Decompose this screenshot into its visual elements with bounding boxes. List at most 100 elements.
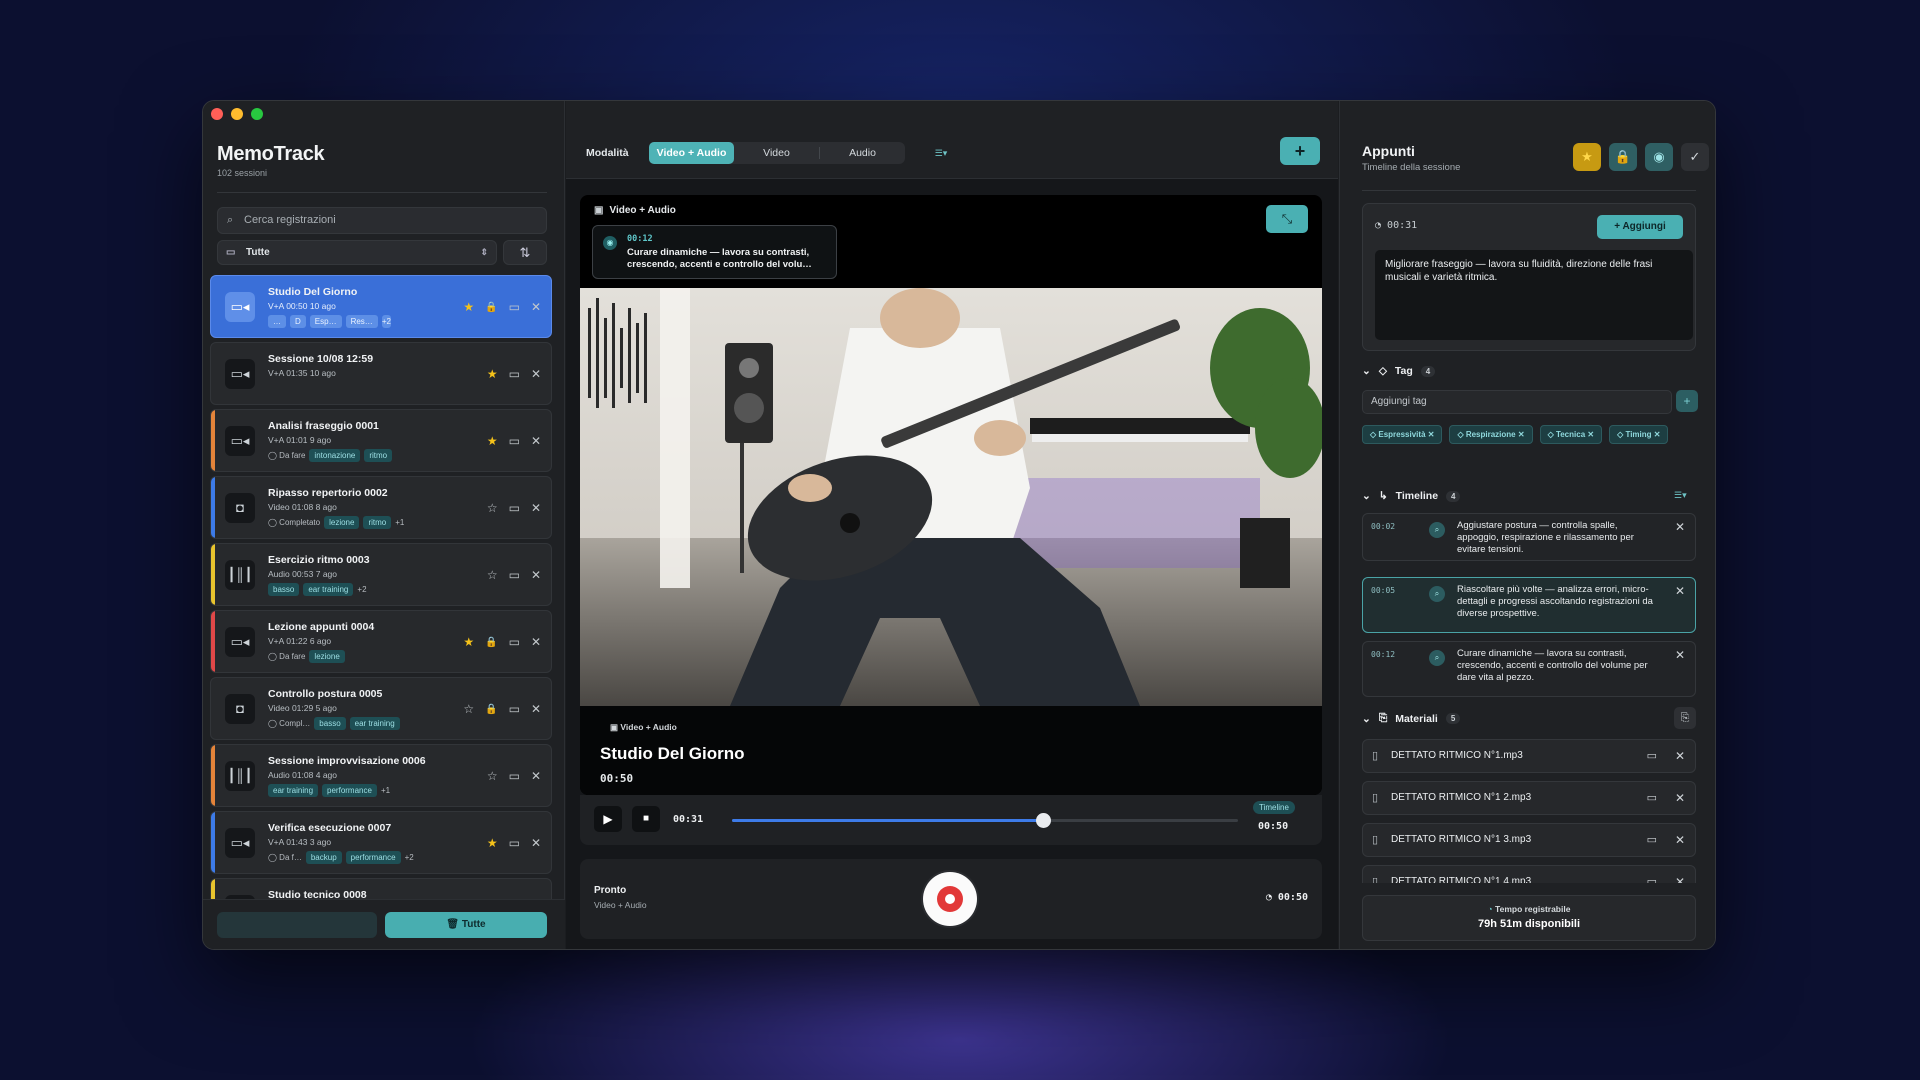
record-button[interactable] (923, 872, 977, 926)
close-icon[interactable]: ✕ (531, 501, 541, 515)
session-item[interactable]: ┃║┃ Esercizio ritmo 0003 Audio 00:53 7 ago… (210, 543, 552, 606)
session-item[interactable]: ◘ Ripasso repertorio 0002 Video 01:08 8 ag… (210, 476, 552, 539)
progress-handle[interactable] (1036, 813, 1052, 828)
star-icon[interactable]: ★ (463, 300, 474, 314)
session-list[interactable]: ▭◂ Studio Del Giorno V+A 00:50 10 ago … D Esp… (210, 275, 552, 899)
session-item[interactable]: ▭◂ Sessione 10/08 12:59 V+A 01:35 10 ago ★ ▭… (210, 342, 552, 405)
close-icon[interactable]: ✕ (1675, 648, 1685, 662)
session-item[interactable]: ┃║┃ Sessione improvvisazione 0006 Audio 01… (210, 744, 552, 807)
tag-input[interactable]: Aggiungi tag (1362, 390, 1672, 414)
tag-chip[interactable]: ◇ Respirazione ✕ (1449, 425, 1533, 444)
focus-button[interactable]: ◉ (1645, 143, 1673, 171)
video-player[interactable]: ▣ Video + Audio ⤡ ◉ 00:12 Curare dinamich… (580, 195, 1322, 795)
complete-button[interactable]: ✓ (1681, 143, 1709, 171)
minimize-window-button[interactable] (231, 108, 243, 120)
tag-chip[interactable]: ◇ Timing ✕ (1609, 425, 1669, 444)
session-item[interactable]: ▭◂ Verifica esecuzione 0007 V+A 01:43 3 ag… (210, 811, 552, 874)
close-icon[interactable]: ✕ (531, 367, 541, 381)
add-note-button[interactable]: + Aggiungi (1597, 215, 1683, 239)
close-icon[interactable]: ✕ (531, 702, 541, 716)
folder-icon[interactable]: ▭ (1647, 782, 1657, 814)
close-icon[interactable]: ✕ (531, 635, 541, 649)
session-item[interactable]: ◘ Controllo postura 0005 Video 01:29 5 ago… (210, 677, 552, 740)
folder-icon[interactable]: ▭ (509, 367, 520, 381)
close-icon[interactable]: ✕ (531, 836, 541, 850)
star-icon[interactable]: ☆ (487, 568, 498, 582)
note-textarea[interactable]: Migliorare fraseggio — lavora su fluidit… (1375, 250, 1693, 340)
close-icon[interactable]: ✕ (1675, 520, 1685, 534)
folder-icon[interactable]: ▭ (509, 568, 520, 582)
secondary-filter-button[interactable] (217, 912, 377, 938)
folder-icon[interactable]: ▭ (509, 434, 520, 448)
folder-icon[interactable]: ▭ (509, 702, 520, 716)
star-icon[interactable]: ☆ (463, 702, 474, 716)
session-item[interactable]: ▭◂ Studio Del Giorno V+A 00:50 10 ago … D Esp… (210, 275, 552, 338)
lock-icon[interactable]: 🔒 (485, 704, 497, 715)
sort-button[interactable]: ⇅ (503, 240, 547, 265)
material-item[interactable]: ▯ DETTATO RITMICO N°1.mp3 ▭ ✕ (1362, 739, 1696, 773)
search-input[interactable]: ⌕ Cerca registrazioni (217, 207, 547, 234)
all-button[interactable]: 🗑 Tutte (385, 912, 547, 938)
filter-select[interactable]: ▭ Tutte ⇕ (217, 240, 497, 265)
close-icon[interactable]: ✕ (531, 434, 541, 448)
list-menu-icon[interactable]: ☰▾ (928, 144, 954, 162)
folder-icon[interactable]: ▭ (1647, 740, 1657, 772)
folder-icon[interactable]: ▭ (509, 635, 520, 649)
session-title: Esercizio ritmo 0003 (268, 554, 370, 566)
materials-header[interactable]: ⌄ ⎘ Materiali 5 (1362, 712, 1461, 725)
close-icon[interactable]: ✕ (1675, 824, 1685, 856)
zoom-window-button[interactable] (251, 108, 263, 120)
lock-icon[interactable]: 🔒 (485, 637, 497, 648)
session-item[interactable]: ▭◂Studio tecnico 0008Video 01:50 2 ago☆▭… (210, 878, 552, 899)
status-mode: Video + Audio (594, 900, 647, 910)
timeline-badge[interactable]: Timeline (1253, 801, 1295, 814)
stop-button[interactable]: ■ (632, 806, 660, 832)
session-item[interactable]: ▭◂ Lezione appunti 0004 V+A 01:22 6 ago ◯ D… (210, 610, 552, 673)
mode-segmented-control[interactable]: Video + Audio Video Audio (649, 142, 905, 164)
star-icon[interactable]: ☆ (487, 501, 498, 515)
close-icon[interactable]: ✕ (1675, 584, 1685, 598)
material-item[interactable]: ▯ DETTATO RITMICO N°1 3.mp3 ▭ ✕ (1362, 823, 1696, 857)
attach-button[interactable]: ⎘ (1674, 707, 1696, 729)
star-icon[interactable]: ☆ (487, 769, 498, 783)
add-tag-button[interactable]: + (1676, 390, 1698, 412)
close-icon[interactable]: ✕ (531, 300, 541, 314)
folder-icon[interactable]: ▭ (509, 836, 520, 850)
material-item[interactable]: ▯ DETTATO RITMICO N°1 4.mp3 ▭ ✕ (1362, 865, 1696, 883)
close-window-button[interactable] (211, 108, 223, 120)
timeline-header[interactable]: ⌄ ↳ Timeline 4 (1362, 490, 1461, 502)
close-icon[interactable]: ✕ (531, 769, 541, 783)
mode-option-video[interactable]: Video (734, 142, 819, 164)
tag-chip[interactable]: ◇ Tecnica ✕ (1539, 425, 1603, 444)
tag-chip[interactable]: ◇ Espressività ✕ (1362, 425, 1443, 444)
play-button[interactable]: ▶ (594, 806, 622, 832)
favorite-button[interactable]: ★ (1573, 143, 1601, 171)
folder-icon[interactable]: ▭ (1647, 824, 1657, 856)
tags-header[interactable]: ⌄ ◇ Tag 4 (1362, 365, 1436, 377)
mode-option-video-audio[interactable]: Video + Audio (649, 142, 734, 164)
close-icon[interactable]: ✕ (1675, 782, 1685, 814)
star-icon[interactable]: ★ (487, 434, 498, 448)
folder-icon[interactable]: ▭ (509, 501, 520, 515)
close-icon[interactable]: ✕ (1675, 740, 1685, 772)
close-icon[interactable]: ✕ (531, 568, 541, 582)
mode-option-audio[interactable]: Audio (820, 142, 905, 164)
material-item[interactable]: ▯ DETTATO RITMICO N°1 2.mp3 ▭ ✕ (1362, 781, 1696, 815)
session-item[interactable]: ▭◂ Analisi fraseggio 0001 V+A 01:01 9 ago ◯… (210, 409, 552, 472)
folder-icon[interactable]: ▭ (509, 769, 520, 783)
lock-button[interactable]: 🔒 (1609, 143, 1637, 171)
timeline-options-icon[interactable]: ☰▾ (1674, 490, 1687, 501)
folder-icon[interactable]: ▭ (509, 300, 520, 314)
timeline-item[interactable]: 00:12 ⌕ Curare dinamiche — lavora su contr… (1362, 641, 1696, 697)
progress-slider[interactable] (732, 813, 1238, 828)
timeline-item[interactable]: 00:05 ⌕ Riascoltare più volte — analizza e… (1362, 577, 1696, 633)
new-recording-button[interactable]: + (1280, 137, 1320, 165)
star-icon[interactable]: ★ (487, 836, 498, 850)
folder-icon[interactable]: ▭ (1647, 866, 1657, 883)
collapse-button[interactable]: ⤡ (1266, 205, 1308, 233)
close-icon[interactable]: ✕ (1675, 866, 1685, 883)
star-icon[interactable]: ★ (463, 635, 474, 649)
timeline-item[interactable]: 00:02 ⌕ Aggiustare postura — controlla spa… (1362, 513, 1696, 561)
lock-icon[interactable]: 🔒 (485, 302, 497, 313)
star-icon[interactable]: ★ (487, 367, 498, 381)
